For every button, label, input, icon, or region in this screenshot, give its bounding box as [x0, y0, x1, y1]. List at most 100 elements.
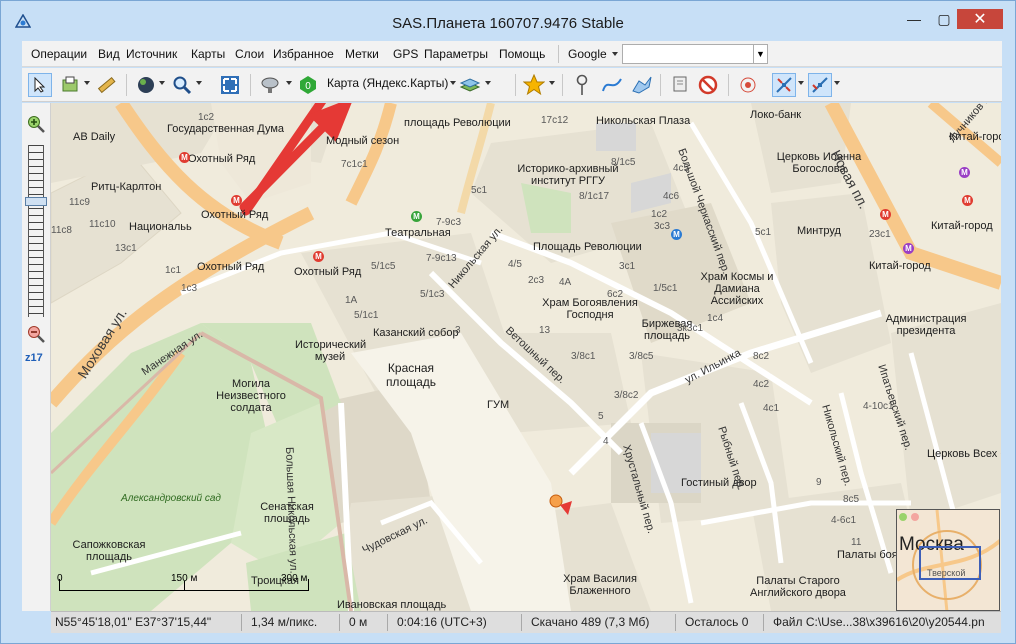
- zoom-slider-thumb[interactable]: [25, 197, 47, 206]
- map-label: Охотный Ряд: [294, 266, 362, 278]
- map-label: 13с1: [115, 243, 137, 254]
- chevron-down-icon[interactable]: [286, 81, 292, 85]
- status-bar: N55°45'18,01" E37°37'15,44" 1,34 м/пикс.…: [51, 611, 1001, 633]
- zoom-tool-button[interactable]: [170, 73, 194, 97]
- pointer-tool-button[interactable]: [28, 73, 52, 97]
- gps-target-icon: [812, 77, 828, 93]
- zoom-level-label: z17: [25, 352, 43, 364]
- menu-operations[interactable]: Операции: [31, 47, 87, 61]
- map-source-icon-button[interactable]: 0: [298, 73, 318, 97]
- selection-tool-button[interactable]: [58, 73, 82, 97]
- fullscreen-button[interactable]: [218, 73, 242, 97]
- metro-icon: M: [880, 209, 891, 220]
- minimap[interactable]: Москва Тверской: [896, 509, 1000, 611]
- map-label: 4с1: [763, 403, 780, 414]
- menu-help[interactable]: Помощь: [499, 47, 545, 61]
- pin-icon: [576, 74, 588, 95]
- scale-label: 150 м: [171, 573, 198, 584]
- search-provider-select[interactable]: Google: [568, 47, 607, 61]
- close-button[interactable]: ✕: [957, 9, 1003, 29]
- zoom-in-button[interactable]: [27, 115, 45, 138]
- menu-marks[interactable]: Метки: [345, 47, 379, 61]
- map-label: 13: [539, 325, 551, 336]
- hide-marks-button[interactable]: [696, 73, 720, 97]
- map-label: 1A: [345, 295, 358, 306]
- zoom-out-button[interactable]: [27, 325, 45, 348]
- map-label: 3/8с5: [629, 351, 654, 362]
- map-label: 3с3: [654, 221, 671, 232]
- status-distance: 0 м: [349, 615, 368, 629]
- map-label: 4А: [559, 277, 572, 288]
- menu-maps[interactable]: Карты: [191, 47, 225, 61]
- window-title: SAS.Планета 160707.9476 Stable: [392, 15, 624, 32]
- svg-text:0: 0: [305, 81, 311, 92]
- map-label: Театральная: [385, 227, 451, 239]
- search-input[interactable]: [622, 44, 768, 64]
- map-label: 8с5: [843, 494, 860, 505]
- marks-visibility-button[interactable]: [668, 73, 692, 97]
- chevron-down-icon[interactable]: [84, 81, 90, 85]
- toolbar-separator: [562, 74, 563, 96]
- ruler-tool-button[interactable]: [94, 73, 118, 97]
- menu-view[interactable]: Вид: [98, 47, 120, 61]
- menu-source[interactable]: Источник: [126, 47, 177, 61]
- satellite-button[interactable]: [258, 73, 282, 97]
- chevron-down-icon[interactable]: [549, 81, 555, 85]
- chevron-down-icon[interactable]: [834, 81, 840, 85]
- map-label: Охотный Ряд: [188, 153, 256, 165]
- map-label: AB Daily: [73, 131, 116, 143]
- map-label: 7с1с1: [341, 159, 368, 170]
- chevron-down-icon[interactable]: [485, 81, 491, 85]
- gps-connect-button[interactable]: [772, 73, 796, 97]
- menu-gps[interactable]: GPS: [393, 47, 418, 61]
- add-path-button[interactable]: [600, 73, 624, 97]
- map-label: 2с3: [528, 275, 545, 286]
- menu-divider: [558, 45, 559, 63]
- map-label: 1с2: [651, 209, 668, 220]
- chevron-down-icon[interactable]: [196, 81, 202, 85]
- zoom-in-icon: [28, 116, 45, 133]
- magnifier-icon: [173, 76, 192, 95]
- gps-track-button[interactable]: [736, 73, 760, 97]
- satellite-dish-icon: [261, 77, 279, 93]
- map-label: 5/1с1: [354, 310, 379, 321]
- path-icon: [602, 78, 622, 92]
- favorites-button[interactable]: [522, 73, 546, 97]
- toolbar-separator: [660, 74, 661, 96]
- map-label: 11: [851, 537, 862, 548]
- chevron-down-icon[interactable]: [798, 81, 804, 85]
- map-label: площадь Революции: [404, 117, 511, 129]
- map-label: 1с3: [181, 283, 198, 294]
- map-label: 3к3с1: [677, 323, 704, 334]
- map-label: 1с4: [707, 313, 724, 324]
- map-label: 5/1с3: [420, 289, 445, 300]
- chevron-down-icon: ▼: [756, 49, 765, 59]
- maximize-button[interactable]: ▢: [931, 9, 957, 29]
- zoom-out-icon: [28, 326, 45, 343]
- add-point-button[interactable]: [570, 73, 594, 97]
- menu-favorites[interactable]: Избранное: [273, 47, 334, 61]
- zoom-slider-track[interactable]: [28, 145, 44, 317]
- map-source-selector[interactable]: Карта (Яндекс.Карты): [327, 76, 448, 90]
- layers-button[interactable]: [458, 73, 482, 97]
- map-view[interactable]: 1c2 Государственная Дума Охотный Ряд AB …: [51, 103, 1001, 611]
- scale-label: 0: [57, 573, 63, 584]
- chevron-down-icon[interactable]: [450, 81, 456, 85]
- toolbar-separator: [515, 74, 516, 96]
- map-label: Государственная Дума: [167, 123, 285, 135]
- map-label: 23с1: [869, 229, 891, 240]
- add-polygon-button[interactable]: [630, 73, 654, 97]
- map-label: 5с1: [471, 185, 488, 196]
- minimize-button[interactable]: —: [901, 9, 927, 29]
- metro-icon: M: [959, 167, 970, 178]
- map-label: 8/1с17: [579, 191, 610, 202]
- map-label: Охотный Ряд: [201, 209, 269, 221]
- chevron-down-icon[interactable]: [159, 81, 165, 85]
- menu-layers[interactable]: Слои: [235, 47, 264, 61]
- gps-center-button[interactable]: [808, 73, 832, 97]
- status-resolution: 1,34 м/пикс.: [251, 615, 318, 629]
- globe-button[interactable]: [134, 73, 158, 97]
- menu-settings[interactable]: Параметры: [424, 47, 488, 61]
- search-dropdown-button[interactable]: ▼: [753, 44, 768, 64]
- status-coordinates: N55°45'18,01" E37°37'15,44": [55, 615, 212, 629]
